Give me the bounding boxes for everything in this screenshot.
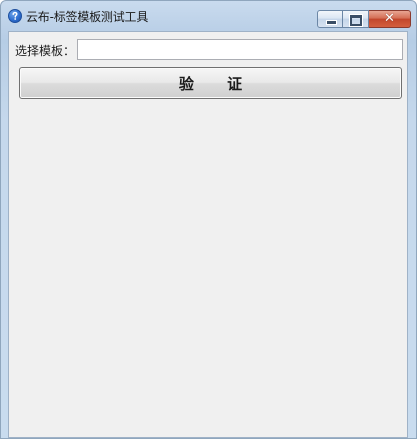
caption-buttons: ✕ [317, 10, 411, 28]
maximize-button[interactable] [343, 10, 369, 28]
maximize-icon [350, 15, 362, 26]
template-label: 选择模板： [15, 44, 76, 58]
minimize-icon [326, 20, 337, 25]
window-title: 云布-标签模板测试工具 [26, 10, 149, 24]
close-button[interactable]: ✕ [369, 10, 411, 28]
client-area: 选择模板： 验 证 [8, 31, 408, 438]
title-bar[interactable]: 云布-标签模板测试工具 ✕ [1, 1, 416, 31]
verify-button[interactable]: 验 证 [19, 67, 402, 99]
close-icon: ✕ [384, 11, 395, 26]
app-window: 云布-标签模板测试工具 ✕ 选择模板： 验 证 [0, 0, 417, 439]
template-input[interactable] [77, 39, 403, 60]
minimize-button[interactable] [317, 10, 343, 28]
help-question-icon [8, 9, 22, 23]
